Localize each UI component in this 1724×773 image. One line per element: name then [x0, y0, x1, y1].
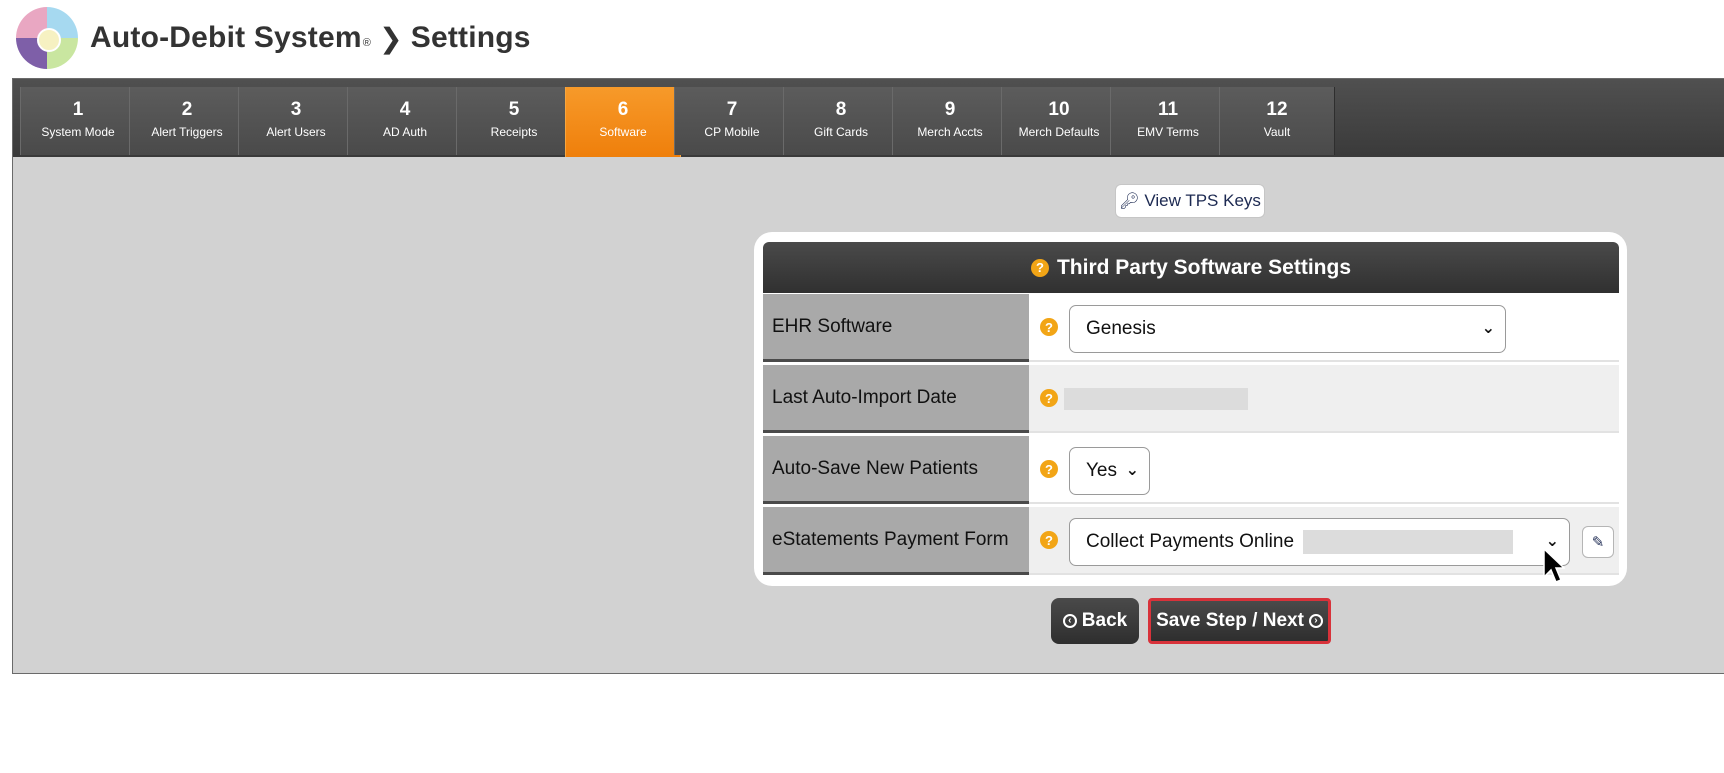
- help-icon[interactable]: ?: [1040, 531, 1058, 549]
- tab-label: Receipts: [490, 125, 538, 139]
- last-auto-import-row: Last Auto-Import Date ?: [763, 365, 1619, 433]
- tab-number: 9: [944, 99, 956, 120]
- tab-alert-users[interactable]: 3 Alert Users: [238, 87, 354, 155]
- auto-save-patients-label: Auto-Save New Patients: [763, 436, 1029, 504]
- tab-label: System Mode: [41, 125, 115, 139]
- ehr-software-label: EHR Software: [763, 294, 1029, 362]
- tab-number: 8: [835, 99, 847, 120]
- tab-label: AD Auth: [382, 125, 428, 139]
- auto-save-patients-cell: ? Yes ⌄: [1029, 436, 1619, 504]
- tab-emv-terms[interactable]: 11 EMV Terms: [1110, 87, 1226, 155]
- ehr-software-cell: ? Genesis ⌄: [1029, 294, 1619, 362]
- last-auto-import-cell: ?: [1029, 365, 1619, 433]
- tab-number: 10: [1048, 99, 1070, 120]
- tab-system-mode[interactable]: 1 System Mode: [20, 87, 136, 155]
- tab-receipts[interactable]: 5 Receipts: [456, 87, 572, 155]
- tab-label: Software: [599, 125, 647, 139]
- tab-label: Vault: [1263, 125, 1291, 139]
- tab-label: Merch Defaults: [1018, 125, 1100, 139]
- last-auto-import-label: Last Auto-Import Date: [763, 365, 1029, 433]
- tab-number: 6: [617, 99, 629, 120]
- tab-label: Merch Accts: [917, 125, 983, 139]
- tab-number: 3: [290, 99, 302, 120]
- chevron-right-icon: ❯: [379, 22, 403, 54]
- app-title: Auto-Debit System: [90, 21, 362, 54]
- tab-merch-defaults[interactable]: 10 Merch Defaults: [1001, 87, 1117, 155]
- tab-number: 4: [399, 99, 411, 120]
- tab-label: EMV Terms: [1137, 125, 1199, 139]
- ehr-software-select[interactable]: Genesis ⌄: [1069, 305, 1506, 353]
- arrow-right-circle-icon: ›: [1308, 614, 1323, 628]
- chevron-down-icon: ⌄: [1481, 320, 1495, 337]
- ehr-software-row: EHR Software ? Genesis ⌄: [763, 294, 1619, 362]
- tab-number: 1: [72, 99, 84, 120]
- tab-cp-mobile[interactable]: 7 CP Mobile: [674, 87, 790, 155]
- tab-number: 7: [726, 99, 738, 120]
- tab-number: 5: [508, 99, 520, 120]
- edit-form-button[interactable]: ✎: [1582, 526, 1614, 558]
- redacted-date: [1064, 388, 1248, 410]
- auto-save-patients-select[interactable]: Yes ⌄: [1069, 447, 1150, 495]
- view-tps-keys-label: View TPS Keys: [1144, 191, 1261, 210]
- help-icon[interactable]: ?: [1030, 258, 1049, 277]
- back-label: Back: [1081, 610, 1128, 631]
- ehr-software-value: Genesis: [1086, 318, 1156, 339]
- save-step-next-label: Save Step / Next: [1156, 610, 1304, 631]
- tab-alert-triggers[interactable]: 2 Alert Triggers: [129, 87, 245, 155]
- tab-software[interactable]: 6 Software: [565, 87, 681, 157]
- tab-number: 11: [1157, 99, 1179, 120]
- tab-merch-accts[interactable]: 9 Merch Accts: [892, 87, 1008, 155]
- auto-save-patients-value: Yes: [1086, 460, 1117, 481]
- auto-save-patients-row: Auto-Save New Patients ? Yes ⌄: [763, 436, 1619, 504]
- registered-mark: ®: [362, 37, 372, 49]
- page-header: Auto-Debit System ® ❯ Settings: [16, 7, 531, 69]
- help-icon[interactable]: ?: [1040, 460, 1058, 478]
- third-party-software-card: ? Third Party Software Settings EHR Soft…: [754, 232, 1627, 586]
- view-tps-keys-button[interactable]: 🔑︎ View TPS Keys: [1115, 184, 1265, 218]
- back-button[interactable]: ‹ Back: [1051, 598, 1139, 644]
- estatements-payment-label: eStatements Payment Form: [763, 507, 1029, 575]
- tab-number: 12: [1266, 99, 1288, 120]
- card-header: ? Third Party Software Settings: [763, 242, 1619, 293]
- tab-number: 2: [181, 99, 193, 120]
- mouse-cursor-icon: [1543, 548, 1565, 583]
- tab-gift-cards[interactable]: 8 Gift Cards: [783, 87, 899, 155]
- save-step-next-button[interactable]: Save Step / Next ›: [1148, 598, 1331, 644]
- tab-label: Gift Cards: [813, 125, 868, 139]
- tab-label: Alert Triggers: [151, 125, 223, 139]
- app-logo: [16, 7, 78, 69]
- tab-ad-auth[interactable]: 4 AD Auth: [347, 87, 463, 155]
- tab-label: CP Mobile: [704, 125, 760, 139]
- estatements-payment-select[interactable]: Collect Payments Online ⌄: [1069, 518, 1570, 566]
- tab-label: Alert Users: [266, 125, 326, 139]
- redacted-text: [1303, 530, 1513, 554]
- tab-vault[interactable]: 12 Vault: [1219, 87, 1335, 155]
- help-icon[interactable]: ?: [1040, 389, 1058, 407]
- edit-icon: ✎: [1591, 534, 1605, 551]
- page-title: Auto-Debit System ® ❯ Settings: [90, 21, 531, 55]
- estatements-payment-row: eStatements Payment Form ? Collect Payme…: [763, 507, 1619, 575]
- step-tab-bar: 1 System Mode 2 Alert Triggers 3 Alert U…: [13, 79, 1724, 157]
- help-icon[interactable]: ?: [1040, 318, 1058, 336]
- chevron-down-icon: ⌄: [1125, 462, 1139, 479]
- key-icon: 🔑︎: [1119, 193, 1140, 210]
- arrow-left-circle-icon: ‹: [1062, 614, 1077, 628]
- card-title: Third Party Software Settings: [1056, 255, 1352, 279]
- settings-title: Settings: [410, 21, 531, 54]
- estatements-payment-cell: ? Collect Payments Online ⌄ ✎: [1029, 507, 1619, 575]
- estatements-payment-value: Collect Payments Online: [1086, 531, 1295, 552]
